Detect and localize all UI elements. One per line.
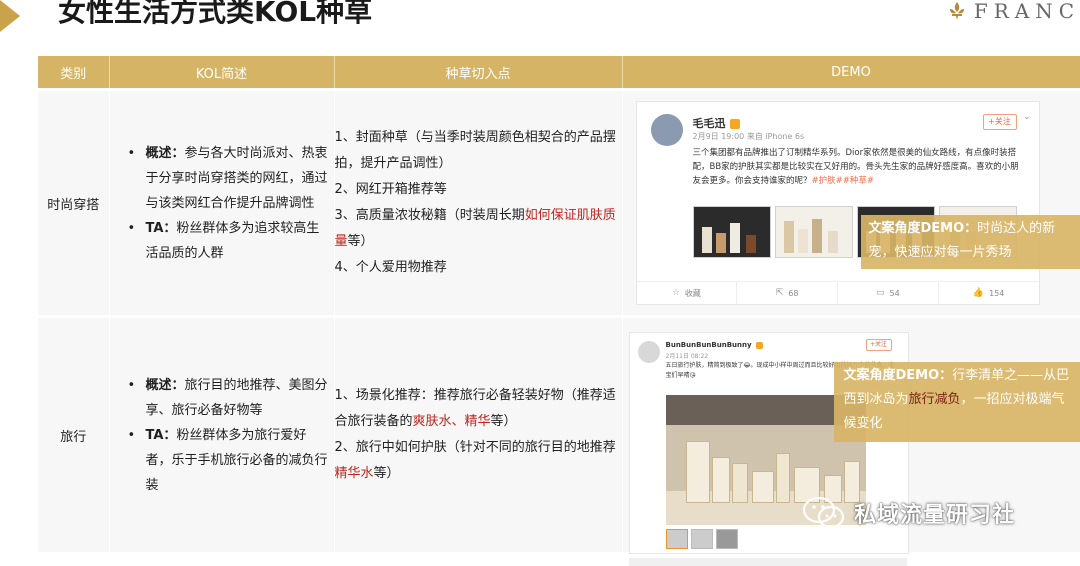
watermark: 私域流量研习社 — [802, 496, 1015, 530]
post-text: 三个集团都有品牌推出了订制精华系列。Dior家依然是很美的仙女路线，有点像时装搭… — [693, 146, 1023, 188]
post-username: 毛毛迅 — [693, 115, 740, 131]
post-meta: 2月11日 08:22 — [666, 351, 709, 360]
desc-item: 概述：旅行目的地推荐、美图分享、旅行必备好物等 — [128, 373, 330, 423]
wechat-icon — [802, 496, 846, 530]
category-cell: 旅行 — [38, 317, 109, 553]
desc-item: TA：粉丝群体多为追求较高生活品质的人群 — [128, 216, 330, 266]
brand-logo: FRANC — [946, 0, 1080, 26]
thumbs-up-icon: 👍 — [973, 288, 984, 298]
avatar — [651, 114, 683, 146]
point-item: 2、旅行中如何护肤（针对不同的旅行目的地推荐精华水等） — [335, 435, 620, 487]
avatar — [638, 341, 660, 363]
post-action-bar — [629, 558, 907, 566]
watermark-text: 私域流量研习社 — [854, 497, 1015, 529]
header-seeding-points: 种草切入点 — [334, 56, 622, 90]
demo-cell: 毛毛迅 2月9日 19:00 来自 iPhone 6s +关注 ⌄ 三个集团都有… — [622, 90, 1080, 317]
comment-button[interactable]: ▭54 — [838, 282, 939, 304]
header-demo: DEMO — [622, 56, 1080, 90]
follow-button[interactable]: +关注 — [983, 114, 1017, 130]
comment-icon: ▭ — [876, 288, 885, 298]
post-image[interactable] — [693, 206, 771, 258]
point-item: 4、个人爱用物推荐 — [335, 255, 620, 281]
table-row: 时尚穿搭 概述：参与各大时尚派对、热衷于分享时尚穿搭类的网红，通过与该类网红合作… — [38, 90, 1080, 317]
post-thumbnails — [666, 529, 738, 549]
star-icon: ☆ — [672, 288, 680, 298]
title-bar: 女性生活方式类KOL种草 FRANC — [0, 0, 1080, 36]
point-item: 1、场景化推荐：推荐旅行必备轻装好物（推荐适合旅行装备的爽肤水、精华等） — [335, 383, 620, 435]
copy-angle-demo-box: 文案角度DEMO：行李清单之——从巴西到冰岛为旅行减负，一招应对极端气候变化 — [834, 362, 1080, 442]
desc-item: 概述：参与各大时尚派对、热衷于分享时尚穿搭类的网红，通过与该类网红合作提升品牌调… — [128, 141, 330, 216]
title-triangle-icon — [0, 0, 20, 32]
post-image[interactable] — [775, 206, 853, 258]
header-kol-desc: KOL简述 — [109, 56, 334, 90]
kol-desc-cell: 概述：旅行目的地推荐、美图分享、旅行必备好物等 TA：粉丝群体多为旅行爱好者，乐… — [109, 317, 334, 553]
favorite-button[interactable]: ☆收藏 — [637, 282, 738, 304]
category-cell: 时尚穿搭 — [38, 90, 109, 317]
seeding-points-cell: 1、封面种草（与当季时装周颜色相契合的产品摆拍，提升产品调性） 2、网红开箱推荐… — [334, 90, 622, 317]
point-item: 3、高质量浓妆秘籍（时装周长期如何保证肌肤质量等） — [335, 203, 620, 255]
repost-icon: ⇱ — [776, 288, 784, 298]
thumbnail[interactable] — [666, 529, 688, 549]
verified-badge-icon — [756, 342, 763, 349]
fleur-de-lis-icon — [946, 0, 968, 22]
seeding-points-cell: 1、场景化推荐：推荐旅行必备轻装好物（推荐适合旅行装备的爽肤水、精华等） 2、旅… — [334, 317, 622, 553]
desc-item: TA：粉丝群体多为旅行爱好者，乐于手机旅行必备的减负行装 — [128, 423, 330, 498]
logo-text: FRANC — [974, 0, 1080, 23]
like-button[interactable]: 👍154 — [939, 282, 1039, 304]
chevron-down-icon[interactable]: ⌄ — [1023, 112, 1031, 122]
point-item: 2、网红开箱推荐等 — [335, 177, 620, 203]
post-meta: 2月9日 19:00 来自 iPhone 6s — [693, 131, 805, 142]
thumbnail[interactable] — [716, 529, 738, 549]
thumbnail[interactable] — [691, 529, 713, 549]
post-username: BunBunBunBunBunny — [666, 341, 763, 349]
kol-table: 类别 KOL简述 种草切入点 DEMO 时尚穿搭 概述：参与各大时尚派对、热衷于… — [38, 56, 1080, 552]
verified-badge-icon — [730, 119, 740, 129]
repost-button[interactable]: ⇱68 — [737, 282, 838, 304]
kol-desc-cell: 概述：参与各大时尚派对、热衷于分享时尚穿搭类的网红，通过与该类网红合作提升品牌调… — [109, 90, 334, 317]
post-action-bar: ☆收藏 ⇱68 ▭54 👍154 — [637, 281, 1039, 304]
copy-angle-demo-box: 文案角度DEMO：时尚达人的新宠，快速应对每一片秀场 — [861, 215, 1080, 269]
header-category: 类别 — [38, 56, 109, 90]
table-header-row: 类别 KOL简述 种草切入点 DEMO — [38, 56, 1080, 90]
follow-button[interactable]: +关注 — [866, 339, 892, 351]
point-item: 1、封面种草（与当季时装周颜色相契合的产品摆拍，提升产品调性） — [335, 125, 620, 177]
page-title: 女性生活方式类KOL种草 — [58, 0, 372, 30]
weibo-post-card: 毛毛迅 2月9日 19:00 来自 iPhone 6s +关注 ⌄ 三个集团都有… — [636, 101, 1040, 305]
